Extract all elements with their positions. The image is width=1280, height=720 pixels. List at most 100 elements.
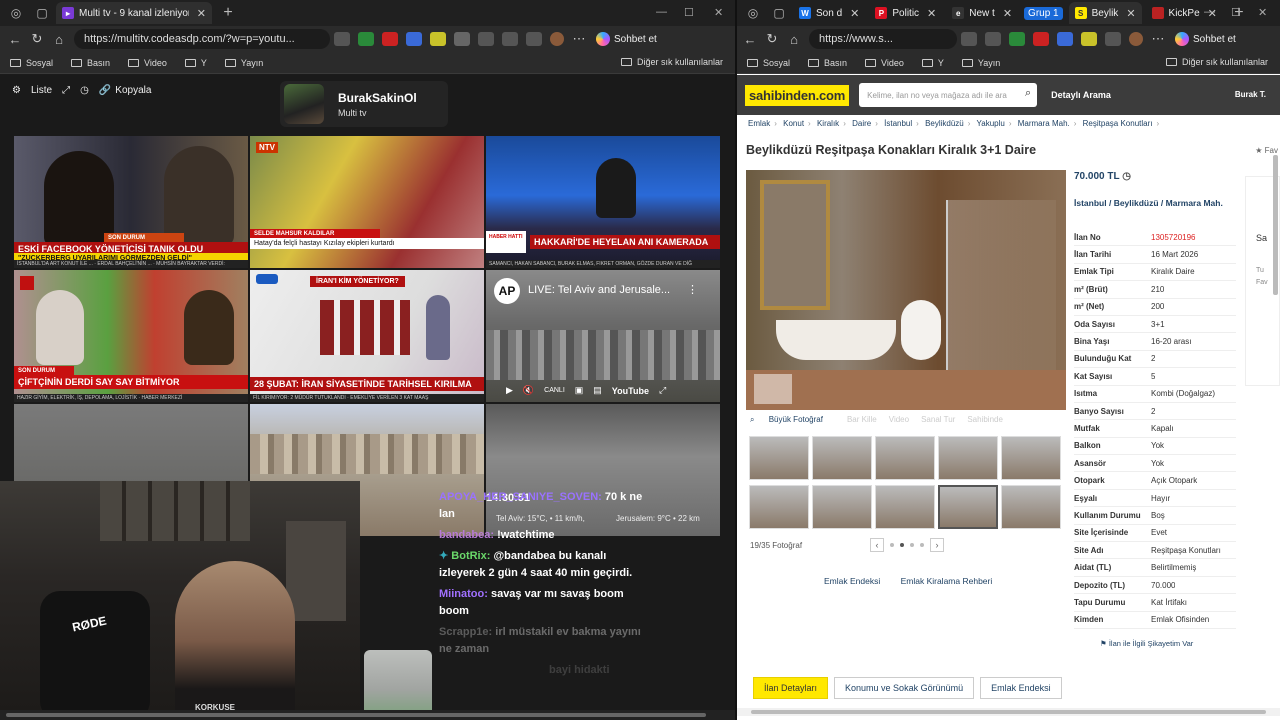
copilot-button[interactable]: Sohbet et	[1175, 32, 1236, 46]
back-icon[interactable]: ←	[739, 32, 761, 47]
list-button[interactable]: Liste	[31, 85, 52, 96]
breadcrumb-item[interactable]: Daire	[852, 119, 871, 128]
more-icon[interactable]: ⋯	[1147, 31, 1169, 47]
close-tab-icon[interactable]: ✕	[197, 7, 206, 20]
video-tile-cnn[interactable]: SON DURUM ESKİ FACEBOOK YÖNETİCİSİ TANIK…	[14, 136, 248, 268]
horizontal-scrollbar[interactable]	[0, 710, 735, 720]
close-window-icon[interactable]: ✕	[714, 6, 723, 19]
extension-icon[interactable]	[1057, 32, 1073, 46]
pager-dot[interactable]	[910, 543, 914, 547]
close-window-icon[interactable]: ✕	[1258, 6, 1267, 19]
extension-icon[interactable]	[1081, 32, 1097, 46]
video-tile-haberhatti[interactable]: HABER HATTI HAKKARİ'DE HEYELAN ANI KAMER…	[486, 136, 720, 268]
link-icon[interactable]: 🔗	[99, 85, 111, 96]
listing-main-photo[interactable]	[746, 170, 1066, 410]
report-listing-link[interactable]: ⚑ İlan ile İlgili Şikayetim Var	[1100, 639, 1193, 648]
extension-icon[interactable]	[961, 32, 977, 46]
virtual-tour-tab[interactable]: Sanal Tur	[921, 415, 955, 425]
video-tile-ntv[interactable]: NTV SELDE MAHSUR KALDILAR Hatay'da felçl…	[250, 136, 484, 268]
other-bookmarks[interactable]: Diğer sık kullanılanlar	[620, 57, 723, 67]
search-icon[interactable]: ⌕	[1025, 87, 1031, 100]
copy-button[interactable]: Kopyala	[115, 85, 151, 96]
workspaces-icon[interactable]: ▢	[32, 3, 52, 23]
profile-icon[interactable]: ◎	[743, 3, 763, 23]
pager-dot[interactable]	[920, 543, 924, 547]
photo-mode-tab[interactable]: Bar Kille	[847, 415, 877, 425]
favorite-link[interactable]: ★ Fav	[1255, 146, 1278, 155]
tab-politico[interactable]: P Politic ✕	[869, 2, 942, 24]
video-tile-halktv[interactable]: SON DURUM ÇİFTÇİNİN DERDİ SAY SAY BİTMİY…	[14, 270, 248, 402]
photo-thumbnail-selected[interactable]	[938, 485, 998, 529]
site-search-field[interactable]: Kelime, ilan no veya mağaza adı ile ara …	[859, 83, 1038, 107]
refresh-icon[interactable]: ↻	[26, 31, 48, 47]
split-screen-icon[interactable]	[1105, 32, 1121, 46]
bookmark-folder[interactable]: Sosyal	[747, 58, 790, 68]
maximize-icon[interactable]: ☐	[684, 6, 694, 19]
photo-thumbnail[interactable]	[812, 485, 872, 529]
avatar[interactable]	[1129, 32, 1143, 46]
photo-mode-tab[interactable]: Sahibinde	[967, 415, 1003, 425]
location-link[interactable]: Marmara Mah.	[1166, 198, 1223, 208]
youtube-logo[interactable]: YouTube	[612, 386, 649, 396]
extension-icon[interactable]	[1009, 32, 1025, 46]
tab-listing-details[interactable]: İlan Detayları	[753, 677, 829, 699]
volume-icon[interactable]: 🔇	[523, 385, 534, 396]
extension-icon[interactable]	[985, 32, 1001, 46]
large-photo-tab[interactable]: ⌕ Büyük Fotoğraf	[750, 415, 835, 425]
minimize-icon[interactable]: —	[656, 6, 667, 18]
other-bookmarks[interactable]: Diğer sık kullanılanlar	[1165, 57, 1268, 67]
fullscreen-icon[interactable]: ⤢	[62, 85, 70, 96]
extension-icon[interactable]	[1033, 32, 1049, 46]
tab-group-label[interactable]: Grup 1	[1022, 2, 1065, 24]
breadcrumb-item[interactable]: Emlak	[748, 119, 770, 128]
photo-thumbnail[interactable]	[749, 436, 809, 480]
play-icon[interactable]: ▶	[506, 385, 513, 396]
bookmark-folder[interactable]: Y	[921, 58, 944, 68]
more-icon[interactable]: ⋯	[568, 31, 590, 47]
next-page-button[interactable]: ›	[930, 538, 944, 552]
bookmark-folder[interactable]: Sosyal	[10, 58, 53, 68]
pager-dot[interactable]	[890, 543, 894, 547]
bookmark-folder[interactable]: Yayın	[224, 58, 263, 68]
copilot-button[interactable]: Sohbet et	[596, 32, 657, 46]
url-field[interactable]: https://www.s...	[809, 29, 957, 49]
tab-real-estate-index[interactable]: Emlak Endeksi	[980, 677, 1062, 699]
close-tab-icon[interactable]: ✕	[927, 7, 936, 20]
profile-card[interactable]: BurakSakinOl Multi tv	[280, 81, 448, 127]
video-title[interactable]: LIVE: Tel Aviv and Jerusale...	[528, 284, 670, 296]
breadcrumb-item[interactable]: Beylikdüzü	[925, 119, 964, 128]
bookmark-folder[interactable]: Basın	[71, 58, 110, 68]
price-history-icon[interactable]: ◷	[1122, 171, 1131, 182]
extension-icon[interactable]	[382, 32, 398, 46]
breadcrumb-item[interactable]: Kiralık	[817, 119, 839, 128]
photo-thumbnail[interactable]	[875, 436, 935, 480]
vertical-scrollbar-thumb[interactable]	[1273, 155, 1278, 295]
breadcrumb-item[interactable]: Yakuplu	[977, 119, 1005, 128]
subtitles-icon[interactable]: ▤	[593, 385, 602, 396]
location-link[interactable]: İstanbul	[1074, 198, 1107, 208]
photo-thumbnail[interactable]	[812, 436, 872, 480]
url-field[interactable]: https://multitv.codeasdp.com/?w=p=youtu.…	[74, 29, 330, 49]
real-estate-index-link[interactable]: Emlak Endeksi	[824, 576, 880, 586]
avatar[interactable]	[550, 32, 564, 46]
scrollbar-thumb[interactable]	[751, 710, 1266, 714]
breadcrumb-item[interactable]: Marmara Mah.	[1018, 119, 1070, 128]
breadcrumb-item[interactable]: İstanbul	[884, 119, 912, 128]
location-link[interactable]: Beylikdüzü	[1114, 198, 1159, 208]
favorites-icon[interactable]	[502, 32, 518, 46]
photo-thumbnail[interactable]	[938, 436, 998, 480]
prev-page-button[interactable]: ‹	[870, 538, 884, 552]
tab-location-streetview[interactable]: Konumu ve Sokak Görünümü	[834, 677, 975, 699]
home-icon[interactable]: ⌂	[783, 32, 805, 47]
horizontal-scrollbar[interactable]	[737, 708, 1280, 716]
profile-icon[interactable]: ◎	[6, 3, 26, 23]
extension-icon[interactable]	[358, 32, 374, 46]
tab-new[interactable]: e New t ✕	[946, 2, 1018, 24]
site-logo[interactable]: sahibinden.com	[745, 84, 850, 106]
bookmark-folder[interactable]: Yayın	[961, 58, 1000, 68]
video-tile-szc[interactable]: İRAN'I KİM YÖNETİYOR? 28 ŞUBAT: İRAN SİY…	[250, 270, 484, 402]
close-tab-icon[interactable]: ✕	[1003, 7, 1012, 20]
rental-guide-link[interactable]: Emlak Kiralama Rehberi	[901, 576, 993, 586]
tab-son-dakika[interactable]: W Son d ✕	[793, 2, 865, 24]
bookmark-folder[interactable]: Video	[865, 58, 904, 68]
